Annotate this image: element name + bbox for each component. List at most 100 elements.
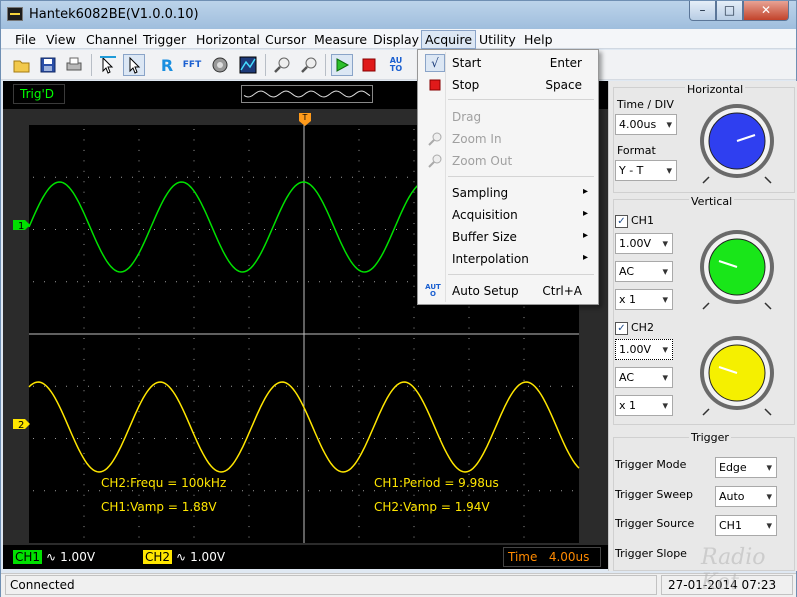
menu-item-auto-setup[interactable]: AUTO Auto Setup Ctrl+A [420, 280, 596, 302]
format-select[interactable]: Y - T [615, 160, 677, 181]
trigger-slope-label: Trigger Slope [615, 547, 687, 560]
time-value: 4.00us [548, 550, 590, 564]
trigger-position-marker[interactable]: T [299, 113, 311, 126]
menu-separator [448, 274, 594, 275]
title-bar[interactable]: Hantek6082BE(V1.0.0.10) – □ ✕ [1, 1, 796, 29]
time-div-knob[interactable] [697, 103, 777, 185]
ch2-volts-select[interactable]: 1.00V [615, 339, 673, 360]
ch2-coupling-icon: ∿ [176, 550, 187, 564]
menu-file[interactable]: File [15, 32, 36, 47]
ch2-ground-marker[interactable]: 2 [13, 419, 30, 431]
submenu-arrow-icon: ▸ [582, 252, 588, 263]
ch2-label: CH2 [631, 321, 654, 334]
menu-item-interpolation[interactable]: Interpolation ▸ [420, 248, 596, 270]
menu-item-shortcut: Space [545, 78, 582, 92]
maximize-button[interactable]: □ [716, 1, 743, 21]
menu-measure[interactable]: Measure [314, 32, 367, 47]
menu-utility[interactable]: Utility [479, 32, 516, 47]
ch1-label: CH1 [631, 214, 654, 227]
ch2-info[interactable]: CH2 ∿ 1.00V [143, 548, 225, 566]
minimize-button[interactable]: – [689, 1, 716, 21]
time-div-label: Time / DIV [617, 98, 674, 111]
ch1-probe-select[interactable]: x 1 [615, 289, 673, 310]
submenu-arrow-icon: ▸ [582, 208, 588, 219]
ch1-volts-knob[interactable] [697, 229, 777, 311]
connection-status: Connected [5, 575, 657, 595]
status-bar: Connected 27-01-2014 07:23 [1, 573, 796, 597]
ch1-info[interactable]: CH1 ∿ 1.00V [13, 548, 95, 566]
ch1-coupling-select[interactable]: AC [615, 261, 673, 282]
select-icon[interactable] [97, 54, 119, 76]
menu-item-label: Start [452, 56, 482, 70]
vertical-title: Vertical [689, 195, 735, 208]
trigger-mode-label: Trigger Mode [615, 458, 687, 471]
ch2-checkbox[interactable]: ✓ [615, 322, 628, 335]
app-icon [7, 7, 23, 21]
submenu-arrow-icon: ▸ [582, 230, 588, 241]
menu-item-label: Sampling [452, 186, 509, 200]
control-panel: Horizontal Time / DIV 4.00us Format Y - … [608, 81, 797, 571]
menu-view[interactable]: View [46, 32, 76, 47]
ch1-checkbox[interactable]: ✓ [615, 215, 628, 228]
menu-item-label: Drag [452, 110, 482, 124]
toolbar-separator [325, 54, 326, 76]
trigger-source-select[interactable]: CH1 [715, 515, 777, 536]
ch2-coupling-select[interactable]: AC [615, 367, 673, 388]
ch2-probe-select[interactable]: x 1 [615, 395, 673, 416]
trigger-mode-select[interactable]: Edge [715, 457, 777, 478]
print-icon[interactable] [63, 54, 85, 76]
menu-cursor[interactable]: Cursor [265, 32, 306, 47]
window-title: Hantek6082BE(V1.0.0.10) [29, 7, 199, 22]
menu-trigger[interactable]: Trigger [143, 32, 186, 47]
reference-icon[interactable] [237, 54, 259, 76]
ch2-volts-knob[interactable] [697, 335, 777, 417]
open-icon[interactable] [11, 54, 33, 76]
ch1-coupling-icon: ∿ [46, 550, 57, 564]
trigger-position-window[interactable] [241, 85, 373, 103]
time-base-readout: Time 4.00us [503, 547, 601, 567]
menu-item-buffer-size[interactable]: Buffer Size ▸ [420, 226, 596, 248]
menu-item-start[interactable]: √ Start Enter [420, 52, 596, 74]
menu-item-label: Auto Setup [452, 284, 519, 298]
auto-icon[interactable]: AU TO [384, 54, 408, 76]
app-window: Hantek6082BE(V1.0.0.10) – □ ✕ File View … [0, 0, 797, 597]
menu-item-drag[interactable]: Drag [420, 106, 596, 128]
menu-item-sampling[interactable]: Sampling ▸ [420, 182, 596, 204]
ch1-volts-select[interactable]: 1.00V [615, 233, 673, 254]
zoom-out-icon [425, 152, 445, 170]
fft-icon[interactable]: FFT [181, 54, 203, 76]
math-icon[interactable] [209, 54, 231, 76]
run-icon[interactable] [331, 54, 353, 76]
channel-info-bar: CH1 ∿ 1.00V CH2 ∿ 1.00V Time 4.00us [3, 545, 608, 569]
pointer-icon[interactable] [123, 54, 145, 76]
menu-item-label: Interpolation [452, 252, 529, 266]
menu-item-acquisition[interactable]: Acquisition ▸ [420, 204, 596, 226]
save-icon[interactable] [37, 54, 59, 76]
menu-item-label: Acquisition [452, 208, 518, 222]
menu-acquire[interactable]: Acquire [421, 30, 477, 49]
ch1-ground-marker[interactable]: 1 [13, 220, 30, 232]
refresh-icon[interactable]: R [156, 54, 178, 76]
measurement-ch2-frequency: CH2:Frequ = 100kHz [101, 476, 227, 490]
menu-item-label: Stop [452, 78, 480, 92]
ch2-scale: 1.00V [190, 550, 226, 564]
close-button[interactable]: ✕ [743, 1, 789, 21]
menu-help[interactable]: Help [524, 32, 553, 47]
menu-display[interactable]: Display [373, 32, 419, 47]
menu-item-stop[interactable]: Stop Space [420, 74, 596, 96]
trigger-sweep-label: Trigger Sweep [615, 488, 693, 501]
trigger-sweep-select[interactable]: Auto [715, 486, 777, 507]
menu-channel[interactable]: Channel [86, 32, 137, 47]
ch1-marker-label: 1 [18, 221, 24, 232]
time-div-select[interactable]: 4.00us [615, 114, 677, 135]
stop-icon[interactable] [358, 54, 380, 76]
menu-item-zoom-in[interactable]: Zoom In [420, 128, 596, 150]
menu-bar: File View Channel Trigger Horizontal Cur… [1, 29, 796, 49]
zoom-in-icon[interactable] [271, 54, 293, 76]
measurement-ch1-period: CH1:Period = 9.98us [374, 476, 499, 490]
toolbar-separator [265, 54, 266, 76]
menu-horizontal[interactable]: Horizontal [196, 32, 260, 47]
menu-item-zoom-out[interactable]: Zoom Out [420, 150, 596, 172]
horizontal-title: Horizontal [685, 83, 746, 96]
zoom-out-icon[interactable] [298, 54, 320, 76]
